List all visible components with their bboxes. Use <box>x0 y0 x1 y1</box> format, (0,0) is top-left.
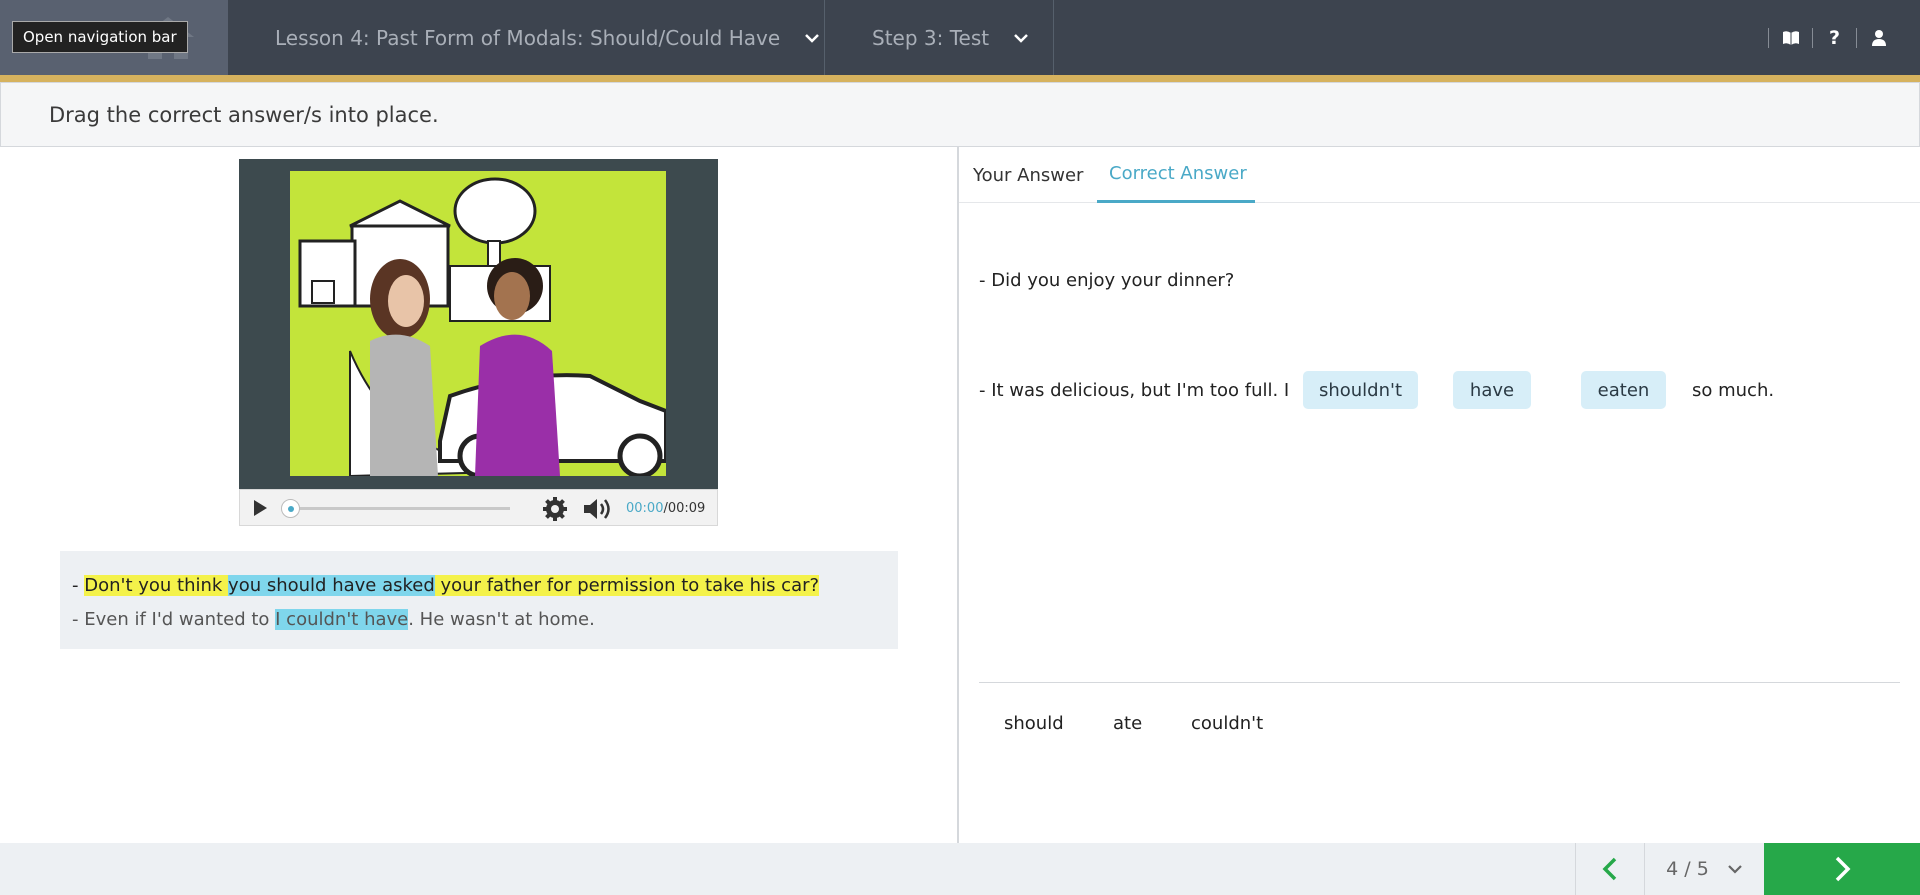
video-frame[interactable] <box>290 171 666 476</box>
profile-button[interactable] <box>1857 0 1900 75</box>
page-selector[interactable]: 4 / 5 <box>1644 843 1764 895</box>
top-bar: Open navigation bar Lesson 4: Past Form … <box>0 0 1920 75</box>
duration: 00:09 <box>667 501 706 516</box>
seek-bar[interactable] <box>290 507 510 510</box>
book-icon <box>1782 30 1799 45</box>
video-controls: 00:00/00:09 <box>239 489 718 526</box>
transcript-box: - Don't you think you should have asked … <box>60 551 898 649</box>
time-display: 00:00/00:09 <box>626 501 705 516</box>
dialogue-line-1: - Did you enjoy your dinner? <box>979 270 1235 291</box>
chevron-down-icon <box>805 33 820 43</box>
seek-handle[interactable] <box>281 499 300 518</box>
user-icon <box>1871 30 1886 46</box>
dialogue-line-2: - It was delicious, but I'm too full. I <box>979 380 1290 401</box>
play-icon[interactable] <box>254 500 267 516</box>
answer-chip[interactable]: eaten <box>1581 371 1666 409</box>
word-bank-divider <box>979 682 1900 683</box>
word-bank-item[interactable]: ate <box>1113 713 1142 734</box>
gear-icon[interactable] <box>542 496 568 522</box>
glossary-button[interactable] <box>1769 0 1812 75</box>
previous-button[interactable] <box>1575 843 1644 895</box>
answer-chip[interactable]: shouldn't <box>1303 371 1418 409</box>
volume-icon[interactable] <box>582 497 614 521</box>
accent-line <box>0 75 1920 82</box>
help-icon: ? <box>1828 26 1841 49</box>
answer-tabs: Your Answer Correct Answer <box>959 147 1920 203</box>
pane-divider <box>957 147 959 843</box>
video-player[interactable]: 00:00/00:09 <box>239 159 718 526</box>
help-button[interactable]: ? <box>1813 0 1856 75</box>
step-title: Step 3: Test <box>872 25 990 50</box>
chevron-right-icon <box>1835 856 1851 882</box>
video-scene-image <box>290 171 666 476</box>
instruction-bar: Drag the correct answer/s into place. <box>0 82 1920 147</box>
chevron-down-icon <box>1728 865 1742 874</box>
step-selector[interactable]: Step 3: Test <box>825 0 1054 75</box>
dialogue-suffix: so much. <box>1692 380 1775 401</box>
transcript-text: . He wasn't at home. <box>408 609 595 630</box>
next-button[interactable] <box>1764 843 1920 895</box>
tab-correct-answer[interactable]: Correct Answer <box>1097 147 1255 203</box>
highlight-yellow: Don't you think <box>84 575 229 596</box>
transcript-text: - <box>72 575 85 596</box>
lesson-selector[interactable]: Lesson 4: Past Form of Modals: Should/Co… <box>228 0 825 75</box>
page-indicator: 4 / 5 <box>1666 858 1709 880</box>
chevron-down-icon <box>1014 33 1028 43</box>
highlight-yellow: your father for permission to take his c… <box>434 575 820 596</box>
toolbar-icons: ? <box>1768 0 1920 75</box>
highlight-answer: you should have asked <box>228 575 435 596</box>
lesson-title: Lesson 4: Past Form of Modals: Should/Co… <box>275 25 781 50</box>
highlight-answer: I couldn't have <box>275 609 409 630</box>
tab-your-answer[interactable]: Your Answer <box>973 147 1083 203</box>
open-navigation-tooltip: Open navigation bar <box>12 21 188 53</box>
transcript-text: - Even if I'd wanted to <box>72 609 276 630</box>
word-bank-item[interactable]: couldn't <box>1191 713 1263 734</box>
current-time: 00:00 <box>626 501 664 516</box>
answer-chip[interactable]: have <box>1453 371 1531 409</box>
word-bank-item[interactable]: should <box>1004 713 1064 734</box>
transcript-line-2: - Even if I'd wanted to I couldn't have.… <box>72 603 886 637</box>
transcript-line-1: - Don't you think you should have asked … <box>72 569 886 603</box>
instruction-text: Drag the correct answer/s into place. <box>49 102 439 127</box>
chevron-left-icon <box>1602 857 1617 881</box>
